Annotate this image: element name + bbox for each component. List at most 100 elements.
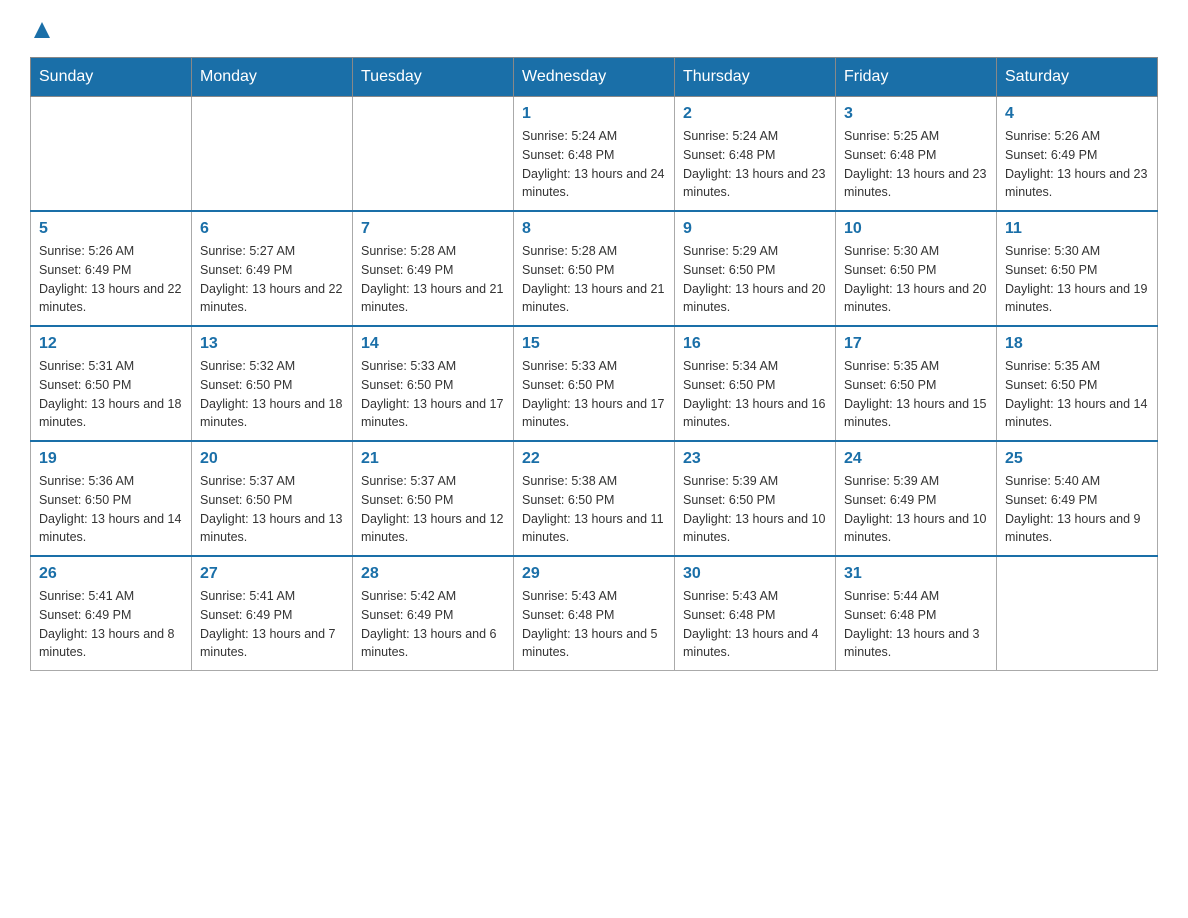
calendar-cell (192, 97, 353, 212)
day-number: 15 (522, 335, 666, 353)
day-number: 12 (39, 335, 183, 353)
day-info: Sunrise: 5:33 AMSunset: 6:50 PMDaylight:… (361, 359, 503, 429)
day-number: 3 (844, 105, 988, 123)
calendar-cell: 20 Sunrise: 5:37 AMSunset: 6:50 PMDaylig… (192, 441, 353, 556)
day-number: 21 (361, 450, 505, 468)
calendar-body: 1 Sunrise: 5:24 AMSunset: 6:48 PMDayligh… (31, 97, 1158, 671)
day-info: Sunrise: 5:43 AMSunset: 6:48 PMDaylight:… (522, 589, 658, 659)
logo-triangle-icon (32, 20, 52, 40)
day-info: Sunrise: 5:34 AMSunset: 6:50 PMDaylight:… (683, 359, 825, 429)
day-info: Sunrise: 5:26 AMSunset: 6:49 PMDaylight:… (39, 244, 181, 314)
calendar-cell (353, 97, 514, 212)
day-info: Sunrise: 5:40 AMSunset: 6:49 PMDaylight:… (1005, 474, 1141, 544)
calendar-cell: 17 Sunrise: 5:35 AMSunset: 6:50 PMDaylig… (836, 326, 997, 441)
day-info: Sunrise: 5:36 AMSunset: 6:50 PMDaylight:… (39, 474, 181, 544)
calendar-cell: 3 Sunrise: 5:25 AMSunset: 6:48 PMDayligh… (836, 97, 997, 212)
logo (30, 20, 52, 41)
weekday-header-monday: Monday (192, 58, 353, 97)
day-number: 26 (39, 565, 183, 583)
day-number: 28 (361, 565, 505, 583)
day-info: Sunrise: 5:30 AMSunset: 6:50 PMDaylight:… (844, 244, 986, 314)
day-info: Sunrise: 5:28 AMSunset: 6:49 PMDaylight:… (361, 244, 503, 314)
day-number: 7 (361, 220, 505, 238)
day-number: 24 (844, 450, 988, 468)
day-number: 13 (200, 335, 344, 353)
day-info: Sunrise: 5:33 AMSunset: 6:50 PMDaylight:… (522, 359, 664, 429)
calendar-cell: 5 Sunrise: 5:26 AMSunset: 6:49 PMDayligh… (31, 211, 192, 326)
day-number: 17 (844, 335, 988, 353)
calendar-cell: 6 Sunrise: 5:27 AMSunset: 6:49 PMDayligh… (192, 211, 353, 326)
day-info: Sunrise: 5:35 AMSunset: 6:50 PMDaylight:… (1005, 359, 1147, 429)
day-number: 27 (200, 565, 344, 583)
calendar-table: SundayMondayTuesdayWednesdayThursdayFrid… (30, 57, 1158, 671)
calendar-cell: 11 Sunrise: 5:30 AMSunset: 6:50 PMDaylig… (997, 211, 1158, 326)
day-info: Sunrise: 5:41 AMSunset: 6:49 PMDaylight:… (200, 589, 336, 659)
day-number: 30 (683, 565, 827, 583)
day-number: 18 (1005, 335, 1149, 353)
day-info: Sunrise: 5:25 AMSunset: 6:48 PMDaylight:… (844, 129, 986, 199)
calendar-cell: 7 Sunrise: 5:28 AMSunset: 6:49 PMDayligh… (353, 211, 514, 326)
calendar-cell: 13 Sunrise: 5:32 AMSunset: 6:50 PMDaylig… (192, 326, 353, 441)
day-info: Sunrise: 5:29 AMSunset: 6:50 PMDaylight:… (683, 244, 825, 314)
day-info: Sunrise: 5:27 AMSunset: 6:49 PMDaylight:… (200, 244, 342, 314)
calendar-cell: 28 Sunrise: 5:42 AMSunset: 6:49 PMDaylig… (353, 556, 514, 671)
calendar-cell: 25 Sunrise: 5:40 AMSunset: 6:49 PMDaylig… (997, 441, 1158, 556)
day-number: 5 (39, 220, 183, 238)
calendar-cell: 18 Sunrise: 5:35 AMSunset: 6:50 PMDaylig… (997, 326, 1158, 441)
day-number: 16 (683, 335, 827, 353)
day-info: Sunrise: 5:37 AMSunset: 6:50 PMDaylight:… (361, 474, 503, 544)
calendar-cell: 1 Sunrise: 5:24 AMSunset: 6:48 PMDayligh… (514, 97, 675, 212)
calendar-cell: 9 Sunrise: 5:29 AMSunset: 6:50 PMDayligh… (675, 211, 836, 326)
calendar-week-1: 1 Sunrise: 5:24 AMSunset: 6:48 PMDayligh… (31, 97, 1158, 212)
calendar-week-2: 5 Sunrise: 5:26 AMSunset: 6:49 PMDayligh… (31, 211, 1158, 326)
day-number: 23 (683, 450, 827, 468)
day-number: 2 (683, 105, 827, 123)
page-header (30, 20, 1158, 41)
day-info: Sunrise: 5:35 AMSunset: 6:50 PMDaylight:… (844, 359, 986, 429)
day-number: 31 (844, 565, 988, 583)
day-number: 11 (1005, 220, 1149, 238)
day-info: Sunrise: 5:39 AMSunset: 6:50 PMDaylight:… (683, 474, 825, 544)
weekday-header-tuesday: Tuesday (353, 58, 514, 97)
day-number: 8 (522, 220, 666, 238)
day-info: Sunrise: 5:24 AMSunset: 6:48 PMDaylight:… (683, 129, 825, 199)
weekday-header-wednesday: Wednesday (514, 58, 675, 97)
calendar-cell: 8 Sunrise: 5:28 AMSunset: 6:50 PMDayligh… (514, 211, 675, 326)
calendar-cell: 21 Sunrise: 5:37 AMSunset: 6:50 PMDaylig… (353, 441, 514, 556)
day-info: Sunrise: 5:39 AMSunset: 6:49 PMDaylight:… (844, 474, 986, 544)
calendar-cell: 2 Sunrise: 5:24 AMSunset: 6:48 PMDayligh… (675, 97, 836, 212)
day-info: Sunrise: 5:24 AMSunset: 6:48 PMDaylight:… (522, 129, 664, 199)
calendar-cell: 23 Sunrise: 5:39 AMSunset: 6:50 PMDaylig… (675, 441, 836, 556)
day-info: Sunrise: 5:38 AMSunset: 6:50 PMDaylight:… (522, 474, 664, 544)
day-info: Sunrise: 5:28 AMSunset: 6:50 PMDaylight:… (522, 244, 664, 314)
calendar-cell: 19 Sunrise: 5:36 AMSunset: 6:50 PMDaylig… (31, 441, 192, 556)
calendar-cell: 10 Sunrise: 5:30 AMSunset: 6:50 PMDaylig… (836, 211, 997, 326)
calendar-week-5: 26 Sunrise: 5:41 AMSunset: 6:49 PMDaylig… (31, 556, 1158, 671)
day-number: 6 (200, 220, 344, 238)
calendar-cell: 30 Sunrise: 5:43 AMSunset: 6:48 PMDaylig… (675, 556, 836, 671)
day-info: Sunrise: 5:32 AMSunset: 6:50 PMDaylight:… (200, 359, 342, 429)
day-number: 19 (39, 450, 183, 468)
day-info: Sunrise: 5:37 AMSunset: 6:50 PMDaylight:… (200, 474, 342, 544)
calendar-cell: 26 Sunrise: 5:41 AMSunset: 6:49 PMDaylig… (31, 556, 192, 671)
day-info: Sunrise: 5:42 AMSunset: 6:49 PMDaylight:… (361, 589, 497, 659)
calendar-header-row: SundayMondayTuesdayWednesdayThursdayFrid… (31, 58, 1158, 97)
day-info: Sunrise: 5:30 AMSunset: 6:50 PMDaylight:… (1005, 244, 1147, 314)
day-number: 10 (844, 220, 988, 238)
day-info: Sunrise: 5:44 AMSunset: 6:48 PMDaylight:… (844, 589, 980, 659)
day-number: 29 (522, 565, 666, 583)
day-info: Sunrise: 5:43 AMSunset: 6:48 PMDaylight:… (683, 589, 819, 659)
calendar-cell: 22 Sunrise: 5:38 AMSunset: 6:50 PMDaylig… (514, 441, 675, 556)
day-info: Sunrise: 5:26 AMSunset: 6:49 PMDaylight:… (1005, 129, 1147, 199)
calendar-cell: 27 Sunrise: 5:41 AMSunset: 6:49 PMDaylig… (192, 556, 353, 671)
day-number: 1 (522, 105, 666, 123)
calendar-cell: 24 Sunrise: 5:39 AMSunset: 6:49 PMDaylig… (836, 441, 997, 556)
calendar-cell: 16 Sunrise: 5:34 AMSunset: 6:50 PMDaylig… (675, 326, 836, 441)
day-number: 9 (683, 220, 827, 238)
calendar-cell: 31 Sunrise: 5:44 AMSunset: 6:48 PMDaylig… (836, 556, 997, 671)
day-number: 22 (522, 450, 666, 468)
weekday-header-thursday: Thursday (675, 58, 836, 97)
weekday-header-friday: Friday (836, 58, 997, 97)
calendar-week-4: 19 Sunrise: 5:36 AMSunset: 6:50 PMDaylig… (31, 441, 1158, 556)
day-number: 25 (1005, 450, 1149, 468)
